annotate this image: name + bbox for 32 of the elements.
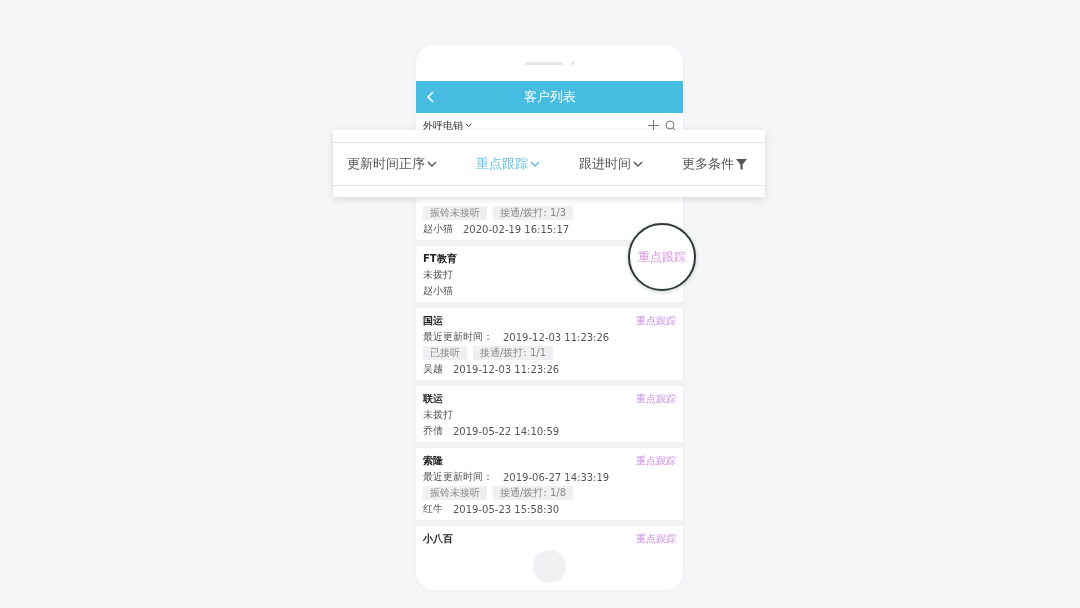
status-chip: 接通/拨打: 1/3: [493, 206, 573, 220]
customer-name: 小八百: [423, 532, 453, 546]
updated-time: 2019-12-03 11:23:26: [503, 331, 610, 343]
follow-time: 2019-05-23 15:58:30: [453, 503, 560, 515]
follow-time: 2019-12-03 11:23:26: [453, 363, 560, 375]
status-chip: 振铃未接听: [423, 486, 487, 500]
updated-time: 2019-06-27 14:33:19: [503, 471, 610, 483]
updated-label: 最近更新时间：: [423, 330, 493, 344]
tag-label: 重点跟踪: [636, 532, 676, 546]
call-status: 未拨打: [423, 408, 453, 422]
status-chip: 振铃未接听: [423, 206, 487, 220]
call-status: 未拨打: [423, 268, 453, 282]
follow-time: 2020-02-19 16:15:17: [463, 223, 570, 235]
owner-name: 吴越: [423, 362, 443, 376]
updated-label: 最近更新时间：: [423, 470, 493, 484]
status-chip: 接通/拨打: 1/8: [493, 486, 573, 500]
customer-name: 联运: [423, 392, 443, 406]
tag-label: 重点跟踪: [636, 392, 676, 406]
owner-name: 乔倩: [423, 424, 443, 438]
status-chip: 已接听: [423, 346, 467, 360]
owner-name: 赵小猫: [423, 222, 453, 236]
customer-name: FT教育: [423, 252, 457, 266]
follow-time: 2019-05-22 14:10:59: [453, 425, 560, 437]
customer-name: 国运: [423, 314, 443, 328]
page-title: 客户列表: [523, 88, 576, 106]
tag-label: 重点跟踪: [636, 314, 676, 328]
tag-label: 重点跟踪: [636, 454, 676, 468]
tag-label: 重点跟踪: [638, 248, 686, 266]
owner-name: 红牛: [423, 502, 443, 516]
owner-name: 赵小猫: [423, 284, 453, 298]
customer-name: 索隆: [423, 454, 443, 468]
status-chip: 接通/拨打: 1/1: [473, 346, 553, 360]
